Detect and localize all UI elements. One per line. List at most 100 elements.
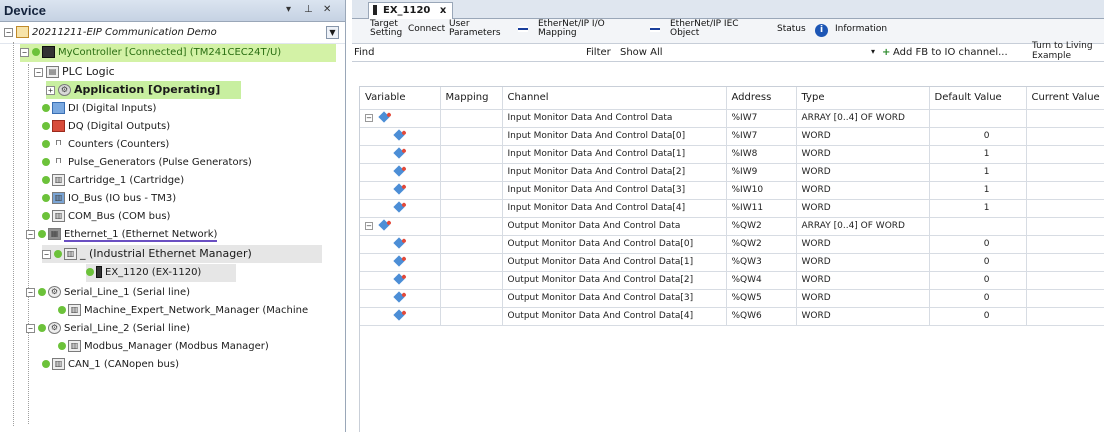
variable-cell[interactable]: [360, 163, 441, 182]
add-fb-button[interactable]: Add FB to IO channel...: [893, 47, 1008, 58]
column-header-mapping[interactable]: Mapping: [440, 87, 503, 110]
mapping-cell[interactable]: [440, 235, 503, 254]
project-dropdown-icon[interactable]: ▼: [326, 26, 339, 39]
collapse-icon[interactable]: −: [34, 67, 43, 77]
variable-cell[interactable]: [360, 127, 441, 146]
expand-icon[interactable]: +: [46, 85, 55, 95]
column-header-channel[interactable]: Channel: [502, 87, 727, 110]
address-cell: %QW4: [726, 271, 797, 290]
table-row[interactable]: Input Monitor Data And Control Data[0] %…: [360, 127, 1104, 146]
column-header-type[interactable]: Type: [796, 87, 930, 110]
mapping-cell[interactable]: [440, 199, 503, 218]
find-label[interactable]: Find: [354, 47, 375, 58]
tree-item-io-bus[interactable]: ▥ IO_Bus (IO bus - TM3): [42, 190, 176, 208]
table-row[interactable]: Input Monitor Data And Control Data[1] %…: [360, 145, 1104, 164]
variable-cell[interactable]: [360, 145, 441, 164]
variable-cell[interactable]: [360, 253, 441, 272]
tab-information[interactable]: Information: [835, 25, 887, 34]
panel-menu-icon[interactable]: ▾: [286, 4, 291, 16]
tree-item-plc-logic[interactable]: − ▤ PLC Logic: [34, 63, 115, 81]
tree-item-ex-1120[interactable]: EX_1120 (EX-1120): [86, 264, 236, 282]
column-header-address[interactable]: Address: [726, 87, 797, 110]
pin-icon[interactable]: ⊥: [304, 4, 313, 16]
variable-icon: [393, 128, 405, 141]
collapse-icon[interactable]: −: [26, 323, 35, 333]
table-row[interactable]: − Output Monitor Data And Control Data %…: [360, 217, 1104, 236]
device-panel-title: Device: [4, 3, 46, 18]
tree-item-machine-expert[interactable]: ▥ Machine_Expert_Network_Manager (Machine: [58, 302, 308, 320]
column-header-variable[interactable]: Variable: [360, 87, 441, 110]
type-cell: WORD: [796, 163, 930, 182]
mapping-cell[interactable]: [440, 145, 503, 164]
table-row[interactable]: Output Monitor Data And Control Data[2] …: [360, 271, 1104, 290]
collapse-icon[interactable]: −: [365, 222, 373, 230]
tree-item-application[interactable]: + ⚙ Application [Operating]: [46, 81, 241, 99]
table-row[interactable]: Input Monitor Data And Control Data[2] %…: [360, 163, 1104, 182]
table-row[interactable]: Output Monitor Data And Control Data[4] …: [360, 307, 1104, 326]
tree-item-industrial-ethernet[interactable]: − ▥ _ (Industrial Ethernet Manager): [42, 245, 322, 263]
table-row[interactable]: − Input Monitor Data And Control Data %I…: [360, 109, 1104, 128]
variable-cell[interactable]: [360, 271, 441, 290]
collapse-icon[interactable]: −: [4, 27, 13, 37]
table-row[interactable]: Input Monitor Data And Control Data[3] %…: [360, 181, 1104, 200]
close-icon[interactable]: ✕: [323, 4, 331, 16]
tree-item-label: MyController [Connected] (TM241CEC24T/U): [58, 47, 282, 58]
collapse-icon[interactable]: −: [365, 114, 373, 122]
tab-status[interactable]: Status: [777, 25, 806, 34]
tree-item-di[interactable]: DI (Digital Inputs): [42, 100, 156, 118]
dropdown-chevron-icon[interactable]: ▾: [871, 47, 875, 56]
tree-item-controller[interactable]: − MyController [Connected] (TM241CEC24T/U…: [20, 44, 336, 62]
tab-eip-io-mapping[interactable]: EtherNet/IP I/O Mapping: [538, 20, 605, 38]
tree-item-counters[interactable]: ⊓ Counters (Counters): [42, 136, 169, 154]
collapse-icon[interactable]: −: [42, 249, 51, 259]
tree-item-com-bus[interactable]: ▥ COM_Bus (COM bus): [42, 208, 170, 226]
tab-close-icon[interactable]: x: [440, 5, 446, 16]
variable-cell[interactable]: −: [360, 217, 441, 236]
table-row[interactable]: Input Monitor Data And Control Data[4] %…: [360, 199, 1104, 218]
tab-connect[interactable]: Connect: [408, 25, 445, 34]
mapping-cell[interactable]: [440, 289, 503, 308]
variable-cell[interactable]: [360, 235, 441, 254]
variable-cell[interactable]: −: [360, 109, 441, 128]
filter-select[interactable]: Show All: [620, 47, 663, 58]
project-selector[interactable]: − 20211211-EIP Communication Demo ▼: [0, 22, 345, 44]
default-value-cell: 1: [929, 199, 1027, 218]
variable-cell[interactable]: [360, 199, 441, 218]
mapping-cell[interactable]: [440, 271, 503, 290]
tree-item-ethernet[interactable]: − ▦ Ethernet_1 (Ethernet Network): [26, 226, 218, 244]
mapping-cell[interactable]: [440, 217, 503, 236]
tree-item-pulse-generators[interactable]: ⊓ Pulse_Generators (Pulse Generators): [42, 154, 252, 172]
gear-icon: ⚙: [58, 84, 71, 96]
table-row[interactable]: Output Monitor Data And Control Data[1] …: [360, 253, 1104, 272]
variable-cell[interactable]: [360, 181, 441, 200]
variable-cell[interactable]: [360, 289, 441, 308]
tree-item-dq[interactable]: DQ (Digital Outputs): [42, 118, 170, 136]
mapping-cell[interactable]: [440, 307, 503, 326]
column-header-current-value[interactable]: Current Value: [1026, 87, 1104, 110]
mapping-cell[interactable]: [440, 127, 503, 146]
collapse-icon[interactable]: −: [26, 229, 35, 239]
tree-item-cartridge[interactable]: ▥ Cartridge_1 (Cartridge): [42, 172, 184, 190]
device-icon: [373, 5, 377, 15]
column-header-default-value[interactable]: Default Value: [929, 87, 1027, 110]
module-icon: ▥: [64, 248, 77, 260]
tab-ex-1120[interactable]: EX_1120 x: [368, 2, 454, 19]
variable-cell[interactable]: [360, 307, 441, 326]
tree-item-serial-2[interactable]: − ⚙ Serial_Line_2 (Serial line): [26, 320, 190, 338]
mapping-cell[interactable]: [440, 253, 503, 272]
mapping-cell[interactable]: [440, 109, 503, 128]
collapse-icon[interactable]: −: [20, 47, 29, 57]
tree-item-can[interactable]: ▥ CAN_1 (CANopen bus): [42, 356, 179, 374]
mapping-cell[interactable]: [440, 163, 503, 182]
tab-eip-iec-object[interactable]: EtherNet/IP IEC Object: [670, 20, 739, 38]
tab-user-parameters[interactable]: User Parameters: [449, 20, 501, 38]
project-item[interactable]: − 20211211-EIP Communication Demo: [4, 24, 217, 42]
table-row[interactable]: Output Monitor Data And Control Data[3] …: [360, 289, 1104, 308]
tab-target-setting[interactable]: Target Setting: [370, 20, 402, 38]
turn-to-button[interactable]: Turn to Living Example: [1032, 41, 1093, 61]
table-row[interactable]: Output Monitor Data And Control Data[0] …: [360, 235, 1104, 254]
collapse-icon[interactable]: −: [26, 287, 35, 297]
tree-item-modbus[interactable]: ▥ Modbus_Manager (Modbus Manager): [58, 338, 269, 356]
tree-item-serial-1[interactable]: − ⚙ Serial_Line_1 (Serial line): [26, 284, 190, 302]
mapping-cell[interactable]: [440, 181, 503, 200]
